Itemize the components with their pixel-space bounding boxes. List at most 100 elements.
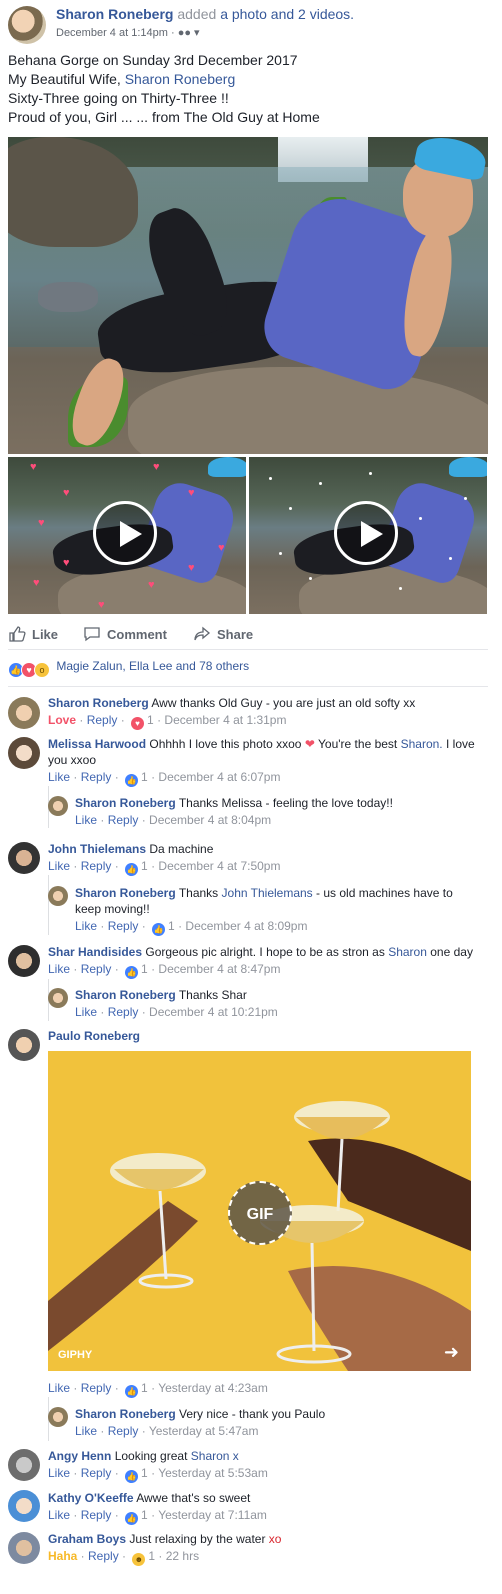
like-icon: 👍 — [152, 923, 166, 936]
post-action-link[interactable]: a photo and 2 videos. — [220, 6, 354, 22]
heart-icon: ♥ — [63, 487, 70, 499]
like-button[interactable]: Like — [48, 1508, 70, 1522]
commenter-avatar[interactable] — [8, 697, 40, 729]
comment-time[interactable]: Yesterday at 5:47am — [149, 1424, 259, 1438]
mention-link[interactable]: Sharon. — [401, 737, 443, 751]
like-button[interactable]: Like — [75, 1424, 97, 1438]
comment-time[interactable]: Yesterday at 7:11am — [158, 1508, 267, 1522]
like-button[interactable]: Like — [48, 770, 70, 784]
comment-text: Very nice - thank you Paulo — [179, 1407, 326, 1421]
reply-button[interactable]: Reply — [81, 1381, 112, 1395]
comment-author[interactable]: Shar Handisides — [48, 945, 142, 959]
commenter-avatar[interactable] — [8, 945, 40, 977]
reply-button[interactable]: Reply — [88, 1549, 119, 1563]
comment-author[interactable]: Angy Henn — [48, 1449, 111, 1463]
mention-link[interactable]: Sharon — [388, 945, 427, 959]
comment-time[interactable]: 22 hrs — [166, 1549, 199, 1563]
friends-icon[interactable]: ●● ▾ — [178, 27, 200, 39]
commenter-avatar[interactable] — [8, 1532, 40, 1564]
comment-time[interactable]: December 4 at 7:50pm — [158, 859, 280, 873]
author-name[interactable]: Sharon Roneberg — [56, 6, 173, 22]
comment-author[interactable]: Graham Boys — [48, 1532, 126, 1546]
mention-link[interactable]: Sharon x — [191, 1449, 239, 1463]
reaction-count[interactable]: 1 — [141, 859, 148, 873]
commenter-avatar[interactable] — [48, 886, 68, 906]
reply-button[interactable]: Reply — [81, 1466, 112, 1480]
video-thumbnail-1[interactable]: ♥ ♥ ♥ ♥ ♥ ♥ ♥ ♥ ♥ ♥ ♥ — [8, 457, 246, 614]
reaction-count[interactable]: 1 — [141, 1508, 148, 1522]
comment-author[interactable]: Sharon Roneberg — [75, 1407, 176, 1421]
reaction-count[interactable]: 1 — [148, 1549, 155, 1563]
comment-text: Awwe that's so sweet — [136, 1491, 251, 1505]
reply-button[interactable]: Reply — [81, 1508, 112, 1522]
like-button[interactable]: Like — [75, 813, 97, 827]
reply-button[interactable]: Reply — [108, 919, 139, 933]
comment-author[interactable]: John Thielemans — [48, 842, 146, 856]
reply-button[interactable]: Reply — [108, 1424, 139, 1438]
comment-author[interactable]: Melissa Harwood — [48, 737, 146, 751]
comment-author[interactable]: Sharon Roneberg — [75, 886, 176, 900]
like-button[interactable]: Like — [48, 962, 70, 976]
commenter-avatar[interactable] — [48, 796, 68, 816]
thumbs-up-icon — [9, 626, 26, 642]
haha-reaction-label[interactable]: Haha — [48, 1549, 77, 1563]
commenter-avatar[interactable] — [8, 842, 40, 874]
comment-time[interactable]: December 4 at 8:47pm — [158, 962, 280, 976]
main-photo[interactable] — [8, 137, 488, 454]
commenter-avatar[interactable] — [48, 988, 68, 1008]
gif-attachment[interactable]: GIF GIPHY ➜ — [48, 1051, 471, 1371]
play-icon[interactable] — [93, 501, 157, 565]
video-thumbnail-2[interactable] — [249, 457, 487, 614]
comment-author[interactable]: Kathy O'Keeffe — [48, 1491, 134, 1505]
comment-time[interactable]: December 4 at 8:04pm — [149, 813, 271, 827]
commenter-avatar[interactable] — [48, 1407, 68, 1427]
commenter-avatar[interactable] — [8, 1490, 40, 1522]
heart-icon: ❤ — [304, 737, 315, 751]
comment-time[interactable]: December 4 at 1:31pm — [164, 713, 286, 727]
author-avatar[interactable] — [8, 6, 46, 44]
like-button[interactable]: Like — [8, 625, 58, 643]
like-button[interactable]: Like — [48, 859, 70, 873]
post-timestamp[interactable]: December 4 at 1:14pm — [56, 27, 168, 39]
love-reaction-label[interactable]: Love — [48, 713, 76, 727]
commenter-avatar[interactable] — [8, 1449, 40, 1481]
giphy-label[interactable]: GIPHY — [58, 1349, 92, 1361]
comment-time[interactable]: Yesterday at 5:53am — [158, 1466, 268, 1480]
comment-text: You're the best — [318, 737, 398, 751]
comment-author[interactable]: Sharon Roneberg — [75, 988, 176, 1002]
reactions-names[interactable]: Magie Zalun, Ella Lee and 78 others — [56, 659, 249, 673]
reaction-count[interactable]: 1 — [147, 713, 154, 727]
reply-button[interactable]: Reply — [81, 962, 112, 976]
commenter-avatar[interactable] — [8, 1029, 40, 1061]
like-button[interactable]: Like — [48, 1466, 70, 1480]
play-icon[interactable] — [334, 501, 398, 565]
comment-time[interactable]: Yesterday at 4:23am — [158, 1381, 268, 1395]
reply-button[interactable]: Reply — [81, 770, 112, 784]
comment-author[interactable]: Sharon Roneberg — [75, 796, 176, 810]
reply-button[interactable]: Reply — [87, 713, 118, 727]
share-button[interactable]: Share — [193, 625, 253, 643]
mention-link[interactable]: John Thielemans — [222, 886, 313, 900]
reply-button[interactable]: Reply — [108, 1005, 139, 1019]
open-external-icon[interactable]: ➜ — [444, 1342, 459, 1363]
mention-link[interactable]: Sharon Roneberg — [125, 71, 236, 87]
comment-author[interactable]: Paulo Roneberg — [48, 1029, 140, 1043]
reaction-count[interactable]: 1 — [141, 770, 148, 784]
reaction-count[interactable]: 1 — [141, 1466, 148, 1480]
comment-author[interactable]: Sharon Roneberg — [48, 696, 149, 710]
reply-button[interactable]: Reply — [81, 859, 112, 873]
reactions-summary[interactable]: 👍 ♥ o Magie Zalun, Ella Lee and 78 others — [8, 659, 249, 678]
comment-time[interactable]: December 4 at 10:21pm — [149, 1005, 278, 1019]
like-button[interactable]: Like — [48, 1381, 70, 1395]
comment-button[interactable]: Comment — [83, 625, 167, 643]
reaction-count[interactable]: 1 — [141, 1381, 148, 1395]
reaction-count[interactable]: 1 — [168, 919, 175, 933]
reaction-count[interactable]: 1 — [141, 962, 148, 976]
like-button[interactable]: Like — [75, 919, 97, 933]
comment-time[interactable]: December 4 at 6:07pm — [158, 770, 280, 784]
gif-badge[interactable]: GIF — [228, 1181, 292, 1245]
comment-time[interactable]: December 4 at 8:09pm — [185, 919, 307, 933]
commenter-avatar[interactable] — [8, 737, 40, 769]
like-button[interactable]: Like — [75, 1005, 97, 1019]
reply-button[interactable]: Reply — [108, 813, 139, 827]
